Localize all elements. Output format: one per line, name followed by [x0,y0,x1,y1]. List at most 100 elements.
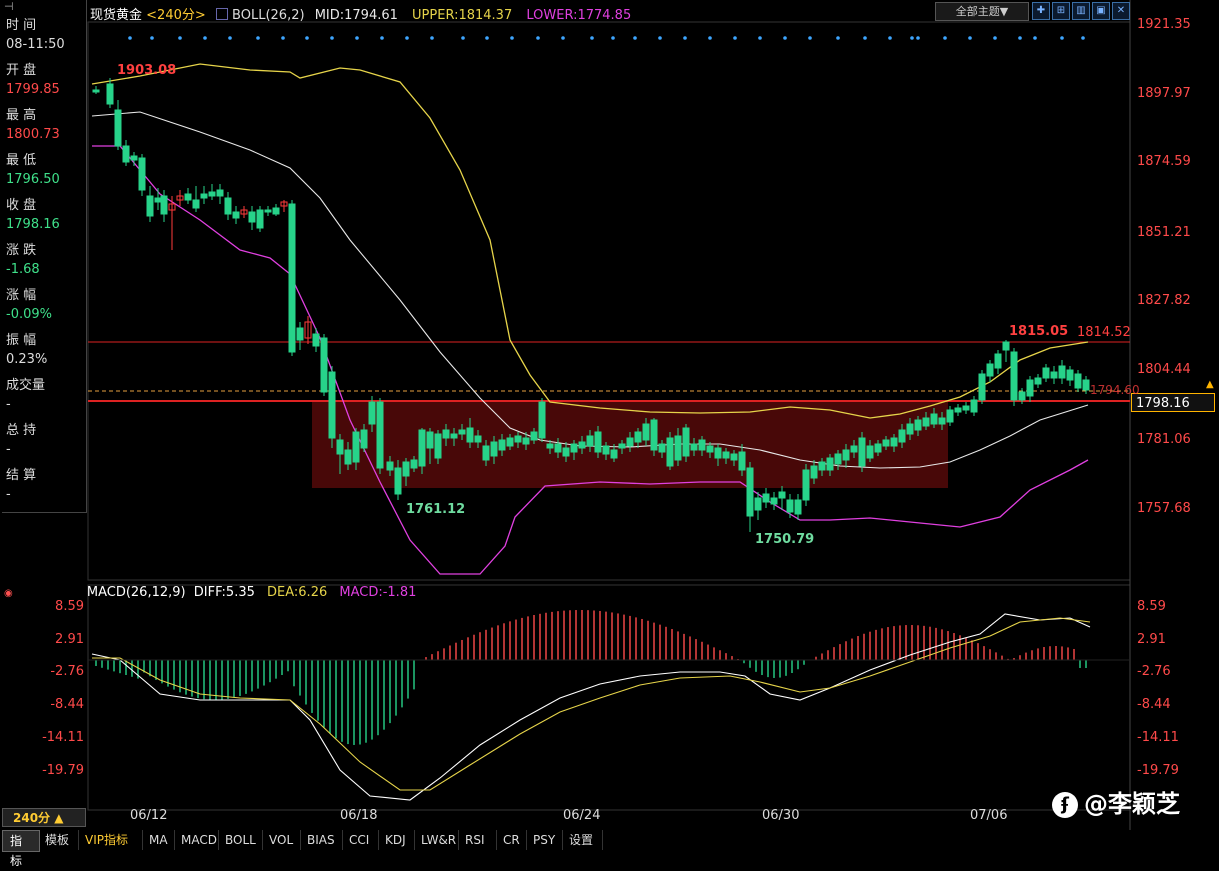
indicator-tab[interactable]: VIP指标 [78,830,143,850]
candle-body[interactable] [1066,369,1074,381]
candle-body[interactable] [554,443,562,453]
candle-body[interactable] [922,417,930,427]
candle-body[interactable] [498,439,506,451]
candle-body[interactable] [946,409,954,423]
indicator-tab[interactable]: BIAS [300,830,343,850]
candle-body[interactable] [434,433,442,459]
candle-body[interactable] [650,419,658,451]
candle-body[interactable] [530,431,538,441]
candle-body[interactable] [610,449,618,459]
candle-body[interactable] [1050,371,1058,379]
candle-body[interactable] [762,493,770,503]
candle-body[interactable] [546,443,554,449]
candle-body[interactable] [474,435,482,443]
candle-body[interactable] [296,327,304,341]
candle-body[interactable] [146,195,154,217]
candle-body[interactable] [200,193,208,199]
candle-body[interactable] [368,401,376,425]
macd-settings-icon[interactable]: ◉ [4,588,13,599]
candle-body[interactable] [618,443,626,449]
candle-body[interactable] [256,209,264,229]
candle-body[interactable] [410,459,418,469]
candle-body[interactable] [344,449,352,465]
candle-body[interactable] [642,423,650,441]
candle-body[interactable] [850,445,858,453]
candle-body[interactable] [506,437,514,447]
candle-body[interactable] [586,435,594,447]
candle-body[interactable] [418,429,426,467]
candle-body[interactable] [224,197,232,215]
candle-body[interactable] [898,429,906,443]
candle-body[interactable] [458,429,466,435]
candle-body[interactable] [594,431,602,453]
candle-body[interactable] [930,413,938,425]
indicator-tab[interactable]: KDJ [378,830,415,850]
candle-body[interactable] [386,461,394,471]
candle-body[interactable] [842,449,850,461]
candle-body[interactable] [914,419,922,431]
candle-body[interactable] [626,437,634,447]
candle-body[interactable] [336,439,344,455]
candle-body[interactable] [482,445,490,461]
chart-canvas[interactable] [0,0,1219,850]
candle-body[interactable] [450,433,458,439]
candle-body[interactable] [986,363,994,377]
indicator-tab[interactable]: 指标 [2,830,40,868]
candle-body[interactable] [264,209,272,213]
candle-body[interactable] [562,447,570,457]
candle-body[interactable] [794,499,802,515]
candle-body[interactable] [114,109,122,147]
close-icon[interactable]: ✕ [1112,2,1130,20]
chart-type-icon[interactable]: ▥ [1072,2,1090,20]
candle-body[interactable] [1074,373,1082,389]
candle-body[interactable] [312,333,320,347]
candle-body[interactable] [874,443,882,453]
candle-body[interactable] [778,491,786,499]
candle-body[interactable] [1010,351,1018,401]
candle-body[interactable] [1018,391,1026,401]
candle-body[interactable] [466,427,474,443]
candle-body[interactable] [106,83,114,105]
indicator-tab[interactable]: LW&R [414,830,459,850]
indicator-tab[interactable]: PSY [526,830,563,850]
candle-body[interactable] [962,405,970,411]
candle-body[interactable] [866,445,874,459]
candle-body[interactable] [738,451,746,471]
candle-body[interactable] [184,193,192,201]
candle-body[interactable] [882,439,890,447]
candle-body[interactable] [426,431,434,449]
candle-body[interactable] [746,467,754,517]
candle-body[interactable] [714,447,722,459]
candle-body[interactable] [122,145,130,163]
indicator-tab[interactable]: VOL [262,830,301,850]
candle-body[interactable] [858,437,866,467]
candle-body[interactable] [906,423,914,435]
indicator-tab[interactable]: CR [496,830,527,850]
candle-body[interactable] [154,197,162,203]
candle-body[interactable] [970,399,978,413]
indicator-tab[interactable]: RSI [458,830,497,850]
candle-body[interactable] [442,429,450,439]
candle-body[interactable] [1042,367,1050,379]
candle-body[interactable] [634,431,642,443]
candle-body[interactable] [786,499,794,513]
candle-body[interactable] [360,429,368,449]
candle-body[interactable] [730,453,738,461]
candle-body[interactable] [320,337,328,393]
candle-body[interactable] [978,373,986,401]
indicator-tab[interactable]: CCI [342,830,379,850]
candle-body[interactable] [810,465,818,479]
period-button[interactable]: 240分 ▲ [2,808,86,827]
candle-body[interactable] [1058,365,1066,379]
candle-body[interactable] [682,427,690,457]
candle-body[interactable] [602,445,610,455]
candle-body[interactable] [328,371,336,439]
candle-body[interactable] [490,441,498,457]
candle-body[interactable] [722,451,730,459]
candle-body[interactable] [674,435,682,461]
crosshair-icon[interactable]: ✚ [1032,2,1050,20]
period-label[interactable]: <240分> [146,8,206,23]
candle-body[interactable] [288,203,296,353]
candle-body[interactable] [130,155,138,161]
candle-body[interactable] [994,353,1002,369]
